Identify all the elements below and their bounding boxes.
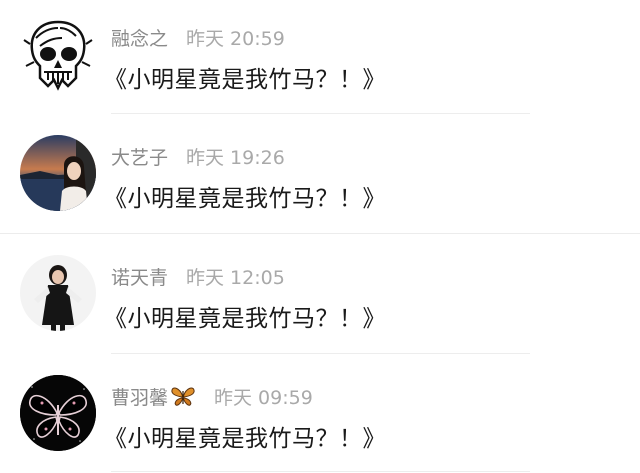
comment-meta: 大艺子 昨天 19:26 bbox=[111, 143, 285, 169]
skull-icon bbox=[20, 16, 96, 92]
girl-in-black-dress-icon bbox=[20, 255, 96, 331]
username[interactable]: 大艺子 bbox=[111, 143, 168, 170]
butterfly-icon bbox=[170, 385, 196, 407]
divider bbox=[111, 471, 530, 472]
avatar[interactable] bbox=[20, 16, 96, 92]
divider bbox=[0, 233, 640, 234]
comment-meta: 融念之 昨天 20:59 bbox=[111, 24, 285, 50]
timestamp: 昨天 19:26 bbox=[186, 146, 285, 169]
comment-text: 《小明星竟是我竹马？！》 bbox=[104, 426, 386, 452]
timestamp: 昨天 09:59 bbox=[214, 386, 313, 409]
username[interactable]: 曹羽馨 bbox=[111, 383, 168, 410]
comment-item[interactable]: 曹羽馨 昨天 09:59 《小明星竟是我竹马？！》 bbox=[0, 357, 640, 473]
comment-meta: 曹羽馨 昨天 09:59 bbox=[111, 383, 313, 409]
timestamp: 昨天 12:05 bbox=[186, 266, 285, 289]
comment-meta: 诺天青 昨天 12:05 bbox=[111, 263, 285, 289]
lakeside-girl-icon bbox=[20, 135, 96, 211]
divider bbox=[111, 353, 530, 354]
username[interactable]: 诺天青 bbox=[111, 263, 168, 290]
avatar[interactable] bbox=[20, 375, 96, 451]
comment-item[interactable]: 融念之 昨天 20:59 《小明星竟是我竹马？！》 bbox=[0, 0, 640, 119]
butterfly-avatar-icon bbox=[20, 375, 96, 451]
comment-text: 《小明星竟是我竹马？！》 bbox=[104, 306, 386, 332]
comment-text: 《小明星竟是我竹马？！》 bbox=[104, 67, 386, 93]
timestamp: 昨天 20:59 bbox=[186, 27, 285, 50]
comment-list: 融念之 昨天 20:59 《小明星竟是我竹马？！》 大艺子 昨天 19:26 《… bbox=[0, 0, 640, 473]
avatar[interactable] bbox=[20, 255, 96, 331]
comment-item[interactable]: 诺天青 昨天 12:05 《小明星竟是我竹马？！》 bbox=[0, 238, 640, 357]
avatar[interactable] bbox=[20, 135, 96, 211]
comment-text: 《小明星竟是我竹马？！》 bbox=[104, 186, 386, 212]
username[interactable]: 融念之 bbox=[111, 24, 168, 51]
divider bbox=[111, 113, 530, 114]
comment-item[interactable]: 大艺子 昨天 19:26 《小明星竟是我竹马？！》 bbox=[0, 119, 640, 238]
